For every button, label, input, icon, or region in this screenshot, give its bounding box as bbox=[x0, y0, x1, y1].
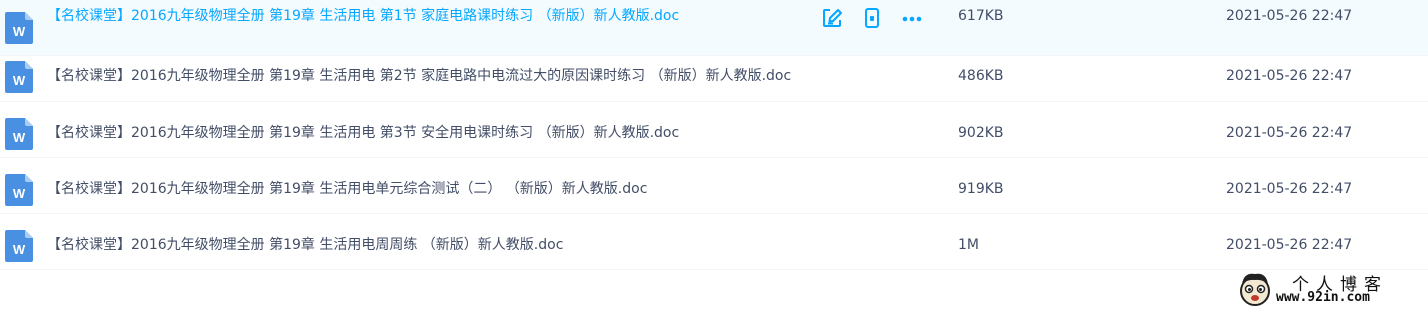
file-size: 617KB bbox=[958, 8, 1004, 24]
file-list: W 【名校课堂】2016九年级物理全册 第19章 生活用电 第1节 家庭电路课时… bbox=[0, 0, 1428, 281]
file-name[interactable]: 【名校课堂】2016九年级物理全册 第19章 生活用电 第2节 家庭电路中电流过… bbox=[47, 45, 791, 101]
svg-text:W: W bbox=[13, 24, 26, 39]
mascot-logo-icon bbox=[1236, 270, 1274, 308]
file-row[interactable]: W 【名校课堂】2016九年级物理全册 第19章 生活用电周周练 （新版）新人教… bbox=[0, 214, 1428, 270]
svg-text:W: W bbox=[13, 242, 26, 257]
file-date: 2021-05-26 22:47 bbox=[1226, 125, 1353, 141]
word-doc-icon: W bbox=[5, 61, 33, 93]
file-date: 2021-05-26 22:47 bbox=[1226, 8, 1353, 24]
file-size: 902KB bbox=[958, 125, 1004, 141]
file-size: 919KB bbox=[958, 181, 1004, 197]
file-row[interactable]: W 【名校课堂】2016九年级物理全册 第19章 生活用电单元综合测试（二） （… bbox=[0, 158, 1428, 214]
svg-text:W: W bbox=[13, 130, 26, 145]
more-icon[interactable] bbox=[900, 6, 924, 30]
edit-icon[interactable] bbox=[820, 6, 844, 30]
blog-watermark: 个人博客 www.92in.com bbox=[1232, 268, 1428, 310]
word-doc-icon: W bbox=[5, 118, 33, 150]
file-size: 486KB bbox=[958, 68, 1004, 84]
file-row[interactable]: W 【名校课堂】2016九年级物理全册 第19章 生活用电 第2节 家庭电路中电… bbox=[0, 45, 1428, 102]
word-doc-icon: W bbox=[5, 230, 33, 262]
watermark-url: www.92in.com bbox=[1276, 290, 1370, 305]
file-date: 2021-05-26 22:47 bbox=[1226, 68, 1353, 84]
row-actions bbox=[820, 6, 940, 30]
file-row[interactable]: W 【名校课堂】2016九年级物理全册 第19章 生活用电 第3节 安全用电课时… bbox=[0, 102, 1428, 158]
file-name[interactable]: 【名校课堂】2016九年级物理全册 第19章 生活用电 第3节 安全用电课时练习… bbox=[47, 102, 679, 158]
word-doc-icon: W bbox=[5, 12, 33, 44]
file-date: 2021-05-26 22:47 bbox=[1226, 181, 1353, 197]
file-name[interactable]: 【名校课堂】2016九年级物理全册 第19章 生活用电 第1节 家庭电路课时练习… bbox=[47, 0, 679, 33]
word-doc-icon: W bbox=[5, 174, 33, 206]
file-name[interactable]: 【名校课堂】2016九年级物理全册 第19章 生活用电单元综合测试（二） （新版… bbox=[47, 158, 647, 214]
file-size: 1M bbox=[958, 237, 979, 253]
svg-text:W: W bbox=[13, 186, 26, 201]
svg-text:W: W bbox=[13, 73, 26, 88]
file-date: 2021-05-26 22:47 bbox=[1226, 237, 1353, 253]
phone-icon[interactable] bbox=[860, 6, 884, 30]
file-name[interactable]: 【名校课堂】2016九年级物理全册 第19章 生活用电周周练 （新版）新人教版.… bbox=[47, 214, 563, 270]
